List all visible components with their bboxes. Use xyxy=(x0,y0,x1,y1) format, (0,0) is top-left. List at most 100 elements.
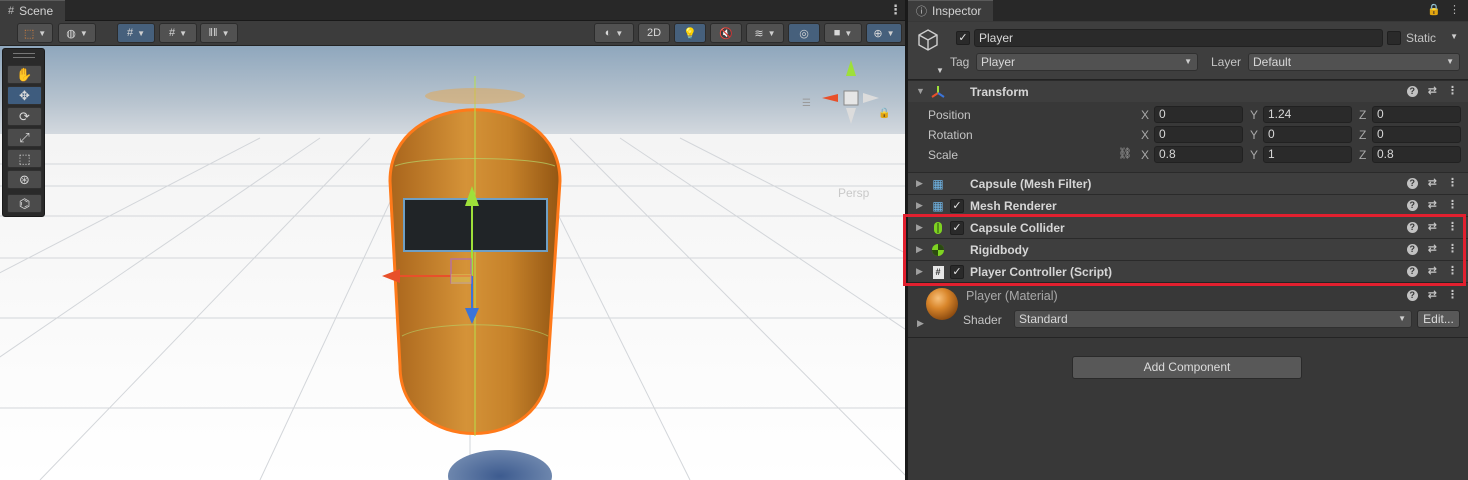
rotation-y-field[interactable]: 0 xyxy=(1263,126,1352,143)
material-name[interactable]: Player (Material) xyxy=(966,289,1058,303)
axis-x-label[interactable]: X xyxy=(1141,108,1149,122)
hand-tool-button[interactable]: ✋ xyxy=(7,65,42,84)
lock-icon[interactable]: 🔒 xyxy=(1427,3,1441,16)
preset-sliders-icon[interactable]: ⇄ xyxy=(1428,220,1437,233)
player-controller-enabled-checkbox[interactable]: ✓ xyxy=(950,265,964,279)
ruler-dropdown[interactable]: ǁǁ ▼ xyxy=(200,23,238,43)
position-y-field[interactable]: 1.24 xyxy=(1263,106,1352,123)
add-component-button[interactable]: Add Component xyxy=(1072,356,1302,379)
mesh-renderer-enabled-checkbox[interactable]: ✓ xyxy=(950,199,964,213)
scale-y-field[interactable]: 1 xyxy=(1263,146,1352,163)
foldout-open-icon[interactable]: ▼ xyxy=(916,86,925,96)
scene-viewport[interactable]: ☰ 🔒 Persp xyxy=(0,46,905,480)
help-icon[interactable]: ? xyxy=(1406,200,1418,211)
rect-tool-button[interactable]: ⬚ xyxy=(7,149,42,168)
foldout-closed-icon[interactable]: ▶ xyxy=(916,178,923,189)
layer-dropdown[interactable]: Default ▼ xyxy=(1248,53,1460,71)
kebab-menu-icon[interactable]: ⋮ xyxy=(1447,288,1458,301)
persp-label[interactable]: Persp xyxy=(838,186,869,200)
viewport-menu-icon[interactable]: ☰ xyxy=(802,98,811,109)
help-icon[interactable]: ? xyxy=(1406,266,1418,277)
static-checkbox[interactable] xyxy=(1387,31,1401,45)
static-dropdown[interactable]: ▼ xyxy=(1446,29,1460,47)
grid-snap-dropdown[interactable]: # ▼ xyxy=(117,23,155,43)
player-controller-header[interactable]: ▶ # ✓ Player Controller (Script) ? ⇄ ⋮ xyxy=(908,260,1468,282)
transform-header[interactable]: ▼ Transform ? ⇄ ⋮ xyxy=(908,80,1468,102)
help-icon[interactable]: ? xyxy=(1406,178,1418,189)
axis-z-label[interactable]: Z xyxy=(1359,148,1366,162)
audio-toggle[interactable]: 🔇 xyxy=(710,23,742,43)
edit-shader-button[interactable]: Edit... xyxy=(1417,310,1460,328)
shading-dropdown[interactable]: ◐ ▼ xyxy=(594,23,634,43)
inspector-tab[interactable]: ⓘ Inspector xyxy=(908,0,994,21)
draw-mode-dropdown[interactable]: ⬚ ▼ xyxy=(17,23,53,43)
axis-x-label[interactable]: X xyxy=(1141,148,1149,162)
player-capsule[interactable] xyxy=(388,76,562,436)
mesh-renderer-header[interactable]: ▶ ▦ ✓ Mesh Renderer ? ⇄ ⋮ xyxy=(908,194,1468,216)
foldout-closed-icon[interactable]: ▶ xyxy=(916,200,923,211)
help-icon[interactable]: ? xyxy=(1406,222,1418,233)
lighting-toggle[interactable]: 💡 xyxy=(674,23,706,43)
move-tool-button[interactable]: ✥ xyxy=(7,86,42,105)
custom-tool-button[interactable]: ⌬ xyxy=(7,194,42,213)
gameobject-name-field[interactable]: Player xyxy=(974,29,1383,47)
toggle-2d-button[interactable]: 2D xyxy=(638,23,670,43)
hidden-objects-toggle[interactable]: ◎ xyxy=(788,23,820,43)
material-foldout-icon[interactable]: ▶ xyxy=(917,318,924,329)
transform-tool-button[interactable]: ⊛ xyxy=(7,170,42,189)
rotation-x-field[interactable]: 0 xyxy=(1154,126,1243,143)
preset-sliders-icon[interactable]: ⇄ xyxy=(1428,198,1437,211)
kebab-menu-icon[interactable]: ⋮ xyxy=(1447,242,1458,255)
preset-sliders-icon[interactable]: ⇄ xyxy=(1428,288,1437,301)
scene-panel-menu-icon[interactable]: ⋮ xyxy=(889,3,902,17)
mesh-filter-header[interactable]: ▶ ▦ Capsule (Mesh Filter) ? ⇄ ⋮ xyxy=(908,172,1468,194)
render-mode-dropdown[interactable]: ◍ ▼ xyxy=(58,23,96,43)
material-preview-sphere[interactable] xyxy=(926,288,958,320)
position-z-field[interactable]: 0 xyxy=(1372,106,1461,123)
camera-dropdown[interactable]: ■ ▼ xyxy=(824,23,862,43)
axis-y-label[interactable]: Y xyxy=(1250,108,1258,122)
axis-y-label[interactable]: Y xyxy=(1250,148,1258,162)
axis-y-label[interactable]: Y xyxy=(1250,128,1258,142)
snap-increment-dropdown[interactable]: # ▼ xyxy=(159,23,197,43)
scene-tab[interactable]: # Scene xyxy=(0,0,66,21)
kebab-menu-icon[interactable]: ⋮ xyxy=(1447,198,1458,211)
effects-dropdown[interactable]: ≋ ▼ xyxy=(746,23,784,43)
active-checkbox[interactable]: ✓ xyxy=(956,31,970,45)
position-x-field[interactable]: 0 xyxy=(1154,106,1243,123)
rigidbody-header[interactable]: ▶ Rigidbody ? ⇄ ⋮ xyxy=(908,238,1468,260)
scale-z-field[interactable]: 0.8 xyxy=(1372,146,1461,163)
kebab-menu-icon[interactable]: ⋮ xyxy=(1447,264,1458,277)
foldout-closed-icon[interactable]: ▶ xyxy=(916,266,923,277)
foldout-closed-icon[interactable]: ▶ xyxy=(916,244,923,255)
kebab-menu-icon[interactable]: ⋮ xyxy=(1447,176,1458,189)
foldout-closed-icon[interactable]: ▶ xyxy=(916,222,923,233)
scale-x-field[interactable]: 0.8 xyxy=(1154,146,1243,163)
kebab-menu-icon[interactable]: ⋮ xyxy=(1447,220,1458,233)
tag-dropdown[interactable]: Player ▼ xyxy=(976,53,1198,71)
help-icon[interactable]: ? xyxy=(1406,290,1418,301)
shader-dropdown[interactable]: Standard ▼ xyxy=(1014,310,1412,328)
rotation-z-field[interactable]: 0 xyxy=(1372,126,1461,143)
kebab-menu-icon[interactable]: ⋮ xyxy=(1447,84,1458,97)
gizmos-dropdown[interactable]: ⊕ ▼ xyxy=(866,23,902,43)
help-icon[interactable]: ? xyxy=(1406,86,1418,97)
axis-z-label[interactable]: Z xyxy=(1359,128,1366,142)
help-icon[interactable]: ? xyxy=(1406,244,1418,255)
axis-z-label[interactable]: Z xyxy=(1359,108,1366,122)
material-separator xyxy=(908,337,1468,338)
drag-grip-icon[interactable] xyxy=(13,53,35,58)
constrain-proportions-icon[interactable]: ⛓ xyxy=(1118,147,1132,160)
preset-sliders-icon[interactable]: ⇄ xyxy=(1428,242,1437,255)
chevron-down-icon[interactable]: ▼ xyxy=(936,66,944,75)
preset-sliders-icon[interactable]: ⇄ xyxy=(1428,84,1437,97)
rotate-tool-button[interactable]: ⟳ xyxy=(7,107,42,126)
preset-sliders-icon[interactable]: ⇄ xyxy=(1428,176,1437,189)
padlock-icon[interactable]: 🔒 xyxy=(878,108,890,119)
capsule-collider-header[interactable]: ▶ ✓ Capsule Collider ? ⇄ ⋮ xyxy=(908,216,1468,238)
capsule-collider-enabled-checkbox[interactable]: ✓ xyxy=(950,221,964,235)
preset-sliders-icon[interactable]: ⇄ xyxy=(1428,264,1437,277)
axis-x-label[interactable]: X xyxy=(1141,128,1149,142)
scale-tool-button[interactable]: ⤢ xyxy=(7,128,42,147)
kebab-menu-icon[interactable]: ⋮ xyxy=(1449,3,1460,16)
